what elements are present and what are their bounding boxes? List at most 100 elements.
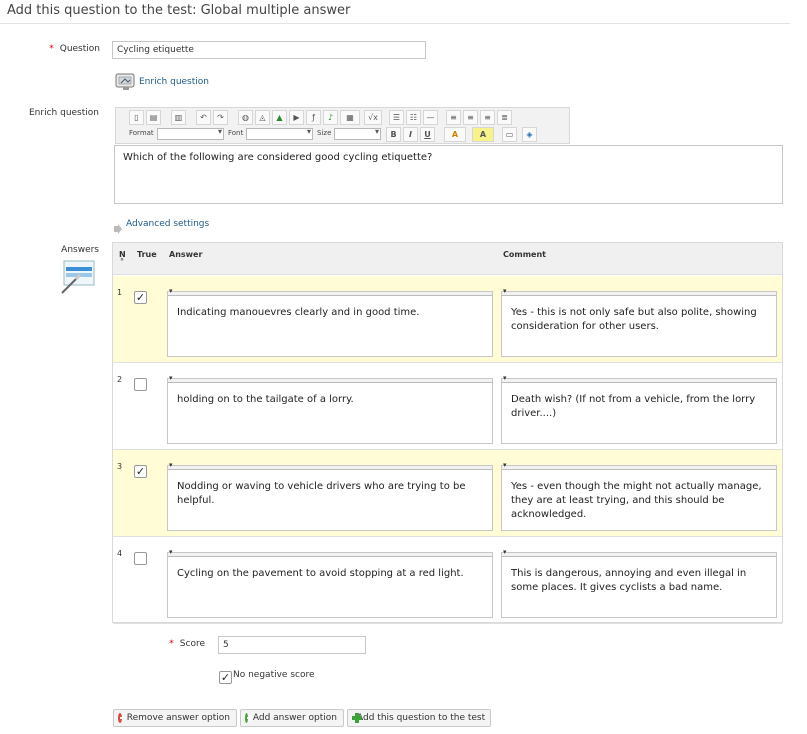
comment-editor[interactable]: Death wish? (If not from a vehicle, from… bbox=[501, 374, 777, 444]
comment-editor[interactable]: This is dangerous, annoying and even ill… bbox=[501, 548, 777, 618]
answer-text: Nodding or waving to vehicle drivers who… bbox=[177, 481, 466, 506]
question-label-text: Question bbox=[59, 44, 100, 54]
font-select[interactable] bbox=[246, 127, 313, 140]
true-checkbox[interactable]: ✓ bbox=[134, 291, 147, 304]
answer-text: Indicating manouevres clearly and in goo… bbox=[177, 307, 420, 318]
enrich-question-icon[interactable] bbox=[115, 72, 137, 92]
justify-icon[interactable]: ≣ bbox=[497, 110, 512, 125]
align-left-icon[interactable]: ≡ bbox=[446, 110, 461, 125]
column-header-true: True bbox=[137, 250, 157, 259]
column-header-n-sort: ° bbox=[120, 257, 124, 266]
advanced-settings-link[interactable]: Advanced settings bbox=[126, 219, 209, 229]
row-number: 1 bbox=[117, 288, 123, 297]
no-negative-score-checkbox[interactable]: ✓ bbox=[219, 671, 232, 684]
remove-answer-option-label: Remove answer option bbox=[126, 713, 230, 723]
add-answer-option-button[interactable]: Add answer option bbox=[240, 709, 344, 727]
add-question-to-test-label: Add this question to the test bbox=[357, 713, 486, 723]
score-label: * Score bbox=[155, 639, 205, 649]
required-marker: * bbox=[169, 639, 174, 649]
bulleted-list-icon[interactable]: ☰ bbox=[389, 110, 404, 125]
answer-editor-toolbar[interactable] bbox=[168, 287, 492, 296]
italic-button[interactable]: I bbox=[403, 127, 418, 142]
answers-table-header: N ° True Answer Comment bbox=[113, 243, 782, 275]
question-editor[interactable]: Which of the following are considered go… bbox=[114, 145, 783, 204]
bold-button[interactable]: B bbox=[386, 127, 401, 142]
image-icon[interactable]: ▲ bbox=[272, 110, 287, 125]
audio-icon[interactable]: ♪ bbox=[323, 110, 338, 125]
table-row: 2 holding on to the tailgate of a lorry. D… bbox=[113, 363, 782, 450]
answer-editor[interactable]: Indicating manouevres clearly and in goo… bbox=[167, 287, 493, 357]
font-label: Font bbox=[228, 129, 244, 137]
format-select[interactable] bbox=[157, 127, 224, 140]
plus-circle-icon bbox=[245, 713, 253, 723]
row-number: 3 bbox=[117, 462, 123, 471]
comment-editor-toolbar[interactable] bbox=[502, 461, 776, 470]
score-input[interactable]: 5 bbox=[218, 636, 366, 654]
source-icon[interactable]: ▯ bbox=[129, 110, 144, 125]
true-checkbox[interactable] bbox=[134, 552, 147, 565]
row-number: 4 bbox=[117, 549, 123, 558]
text-color-button[interactable]: A bbox=[444, 127, 466, 142]
comment-text: This is dangerous, annoying and even ill… bbox=[511, 568, 747, 593]
toolbar-toggle-icon[interactable]: ◈ bbox=[522, 127, 537, 142]
anchor-icon[interactable]: ◬ bbox=[255, 110, 270, 125]
format-label: Format bbox=[129, 129, 154, 137]
horizontal-rule-icon[interactable]: — bbox=[423, 110, 438, 125]
column-header-comment: Comment bbox=[503, 250, 546, 259]
undo-icon[interactable]: ↶ bbox=[196, 110, 211, 125]
comment-text: Death wish? (If not from a vehicle, from… bbox=[511, 394, 756, 419]
size-select[interactable] bbox=[334, 127, 381, 140]
row-number: 2 bbox=[117, 375, 123, 384]
question-label: * Question bbox=[30, 44, 100, 54]
comment-editor[interactable]: Yes - even though the might not actually… bbox=[501, 461, 777, 531]
link-icon[interactable]: ◍ bbox=[238, 110, 253, 125]
template-icon[interactable]: ▭ bbox=[502, 127, 517, 142]
underline-button[interactable]: U bbox=[420, 127, 435, 142]
align-center-icon[interactable]: ≡ bbox=[463, 110, 478, 125]
formula-icon[interactable]: √x bbox=[364, 110, 382, 125]
comment-editor[interactable]: Yes - this is not only safe but also pol… bbox=[501, 287, 777, 357]
score-label-text: Score bbox=[179, 639, 205, 649]
comment-editor-toolbar[interactable] bbox=[502, 548, 776, 557]
flash-icon[interactable]: ƒ bbox=[306, 110, 321, 125]
comment-editor-toolbar[interactable] bbox=[502, 374, 776, 383]
question-input[interactable]: Cycling etiquette bbox=[112, 41, 426, 59]
video-icon[interactable]: ▶ bbox=[289, 110, 304, 125]
answer-text: Cycling on the pavement to avoid stoppin… bbox=[177, 568, 464, 579]
true-checkbox[interactable] bbox=[134, 378, 147, 391]
remove-answer-option-button[interactable]: Remove answer option bbox=[113, 709, 237, 727]
true-checkbox[interactable]: ✓ bbox=[134, 465, 147, 478]
no-negative-score-label: No negative score bbox=[233, 670, 315, 680]
column-header-answer: Answer bbox=[169, 250, 203, 259]
paste-icon[interactable]: ▤ bbox=[146, 110, 161, 125]
redo-icon[interactable]: ↷ bbox=[213, 110, 228, 125]
editor-toolbar: ▯ ▤ ▥ ↶ ↷ ◍ ◬ ▲ ▶ ƒ ♪ ▦ √x ☰ ☷ — ≡ ≡ ≡ ≣… bbox=[115, 107, 570, 144]
table-row: 4 Cycling on the pavement to avoid stoppi… bbox=[113, 537, 782, 624]
size-label: Size bbox=[317, 129, 332, 137]
paste-word-icon[interactable]: ▥ bbox=[171, 110, 186, 125]
answer-editor-toolbar[interactable] bbox=[168, 374, 492, 383]
answers-icon bbox=[58, 259, 100, 295]
background-color-button[interactable]: A bbox=[472, 127, 494, 142]
answers-label: Answers bbox=[61, 245, 99, 255]
page-title: Add this question to the test: Global mu… bbox=[7, 3, 351, 18]
answer-text: holding on to the tailgate of a lorry. bbox=[177, 394, 354, 405]
table-icon[interactable]: ▦ bbox=[340, 110, 360, 125]
answer-editor-toolbar[interactable] bbox=[168, 461, 492, 470]
minus-circle-icon bbox=[118, 713, 126, 723]
answer-editor-toolbar[interactable] bbox=[168, 548, 492, 557]
add-answer-option-label: Add answer option bbox=[252, 713, 337, 723]
title-divider bbox=[0, 23, 790, 24]
answer-editor[interactable]: Nodding or waving to vehicle drivers who… bbox=[167, 461, 493, 531]
enrich-question-link[interactable]: Enrich question bbox=[139, 77, 209, 87]
comment-editor-toolbar[interactable] bbox=[502, 287, 776, 296]
numbered-list-icon[interactable]: ☷ bbox=[406, 110, 421, 125]
answer-editor[interactable]: holding on to the tailgate of a lorry. bbox=[167, 374, 493, 444]
answer-editor[interactable]: Cycling on the pavement to avoid stoppin… bbox=[167, 548, 493, 618]
comment-text: Yes - even though the might not actually… bbox=[511, 481, 762, 520]
table-row: 1 ✓ Indicating manouevres clearly and in g… bbox=[113, 276, 782, 363]
align-right-icon[interactable]: ≡ bbox=[480, 110, 495, 125]
add-question-to-test-button[interactable]: Add this question to the test bbox=[347, 709, 491, 727]
enrich-question-label: Enrich question bbox=[29, 108, 99, 118]
required-marker: * bbox=[49, 44, 54, 54]
